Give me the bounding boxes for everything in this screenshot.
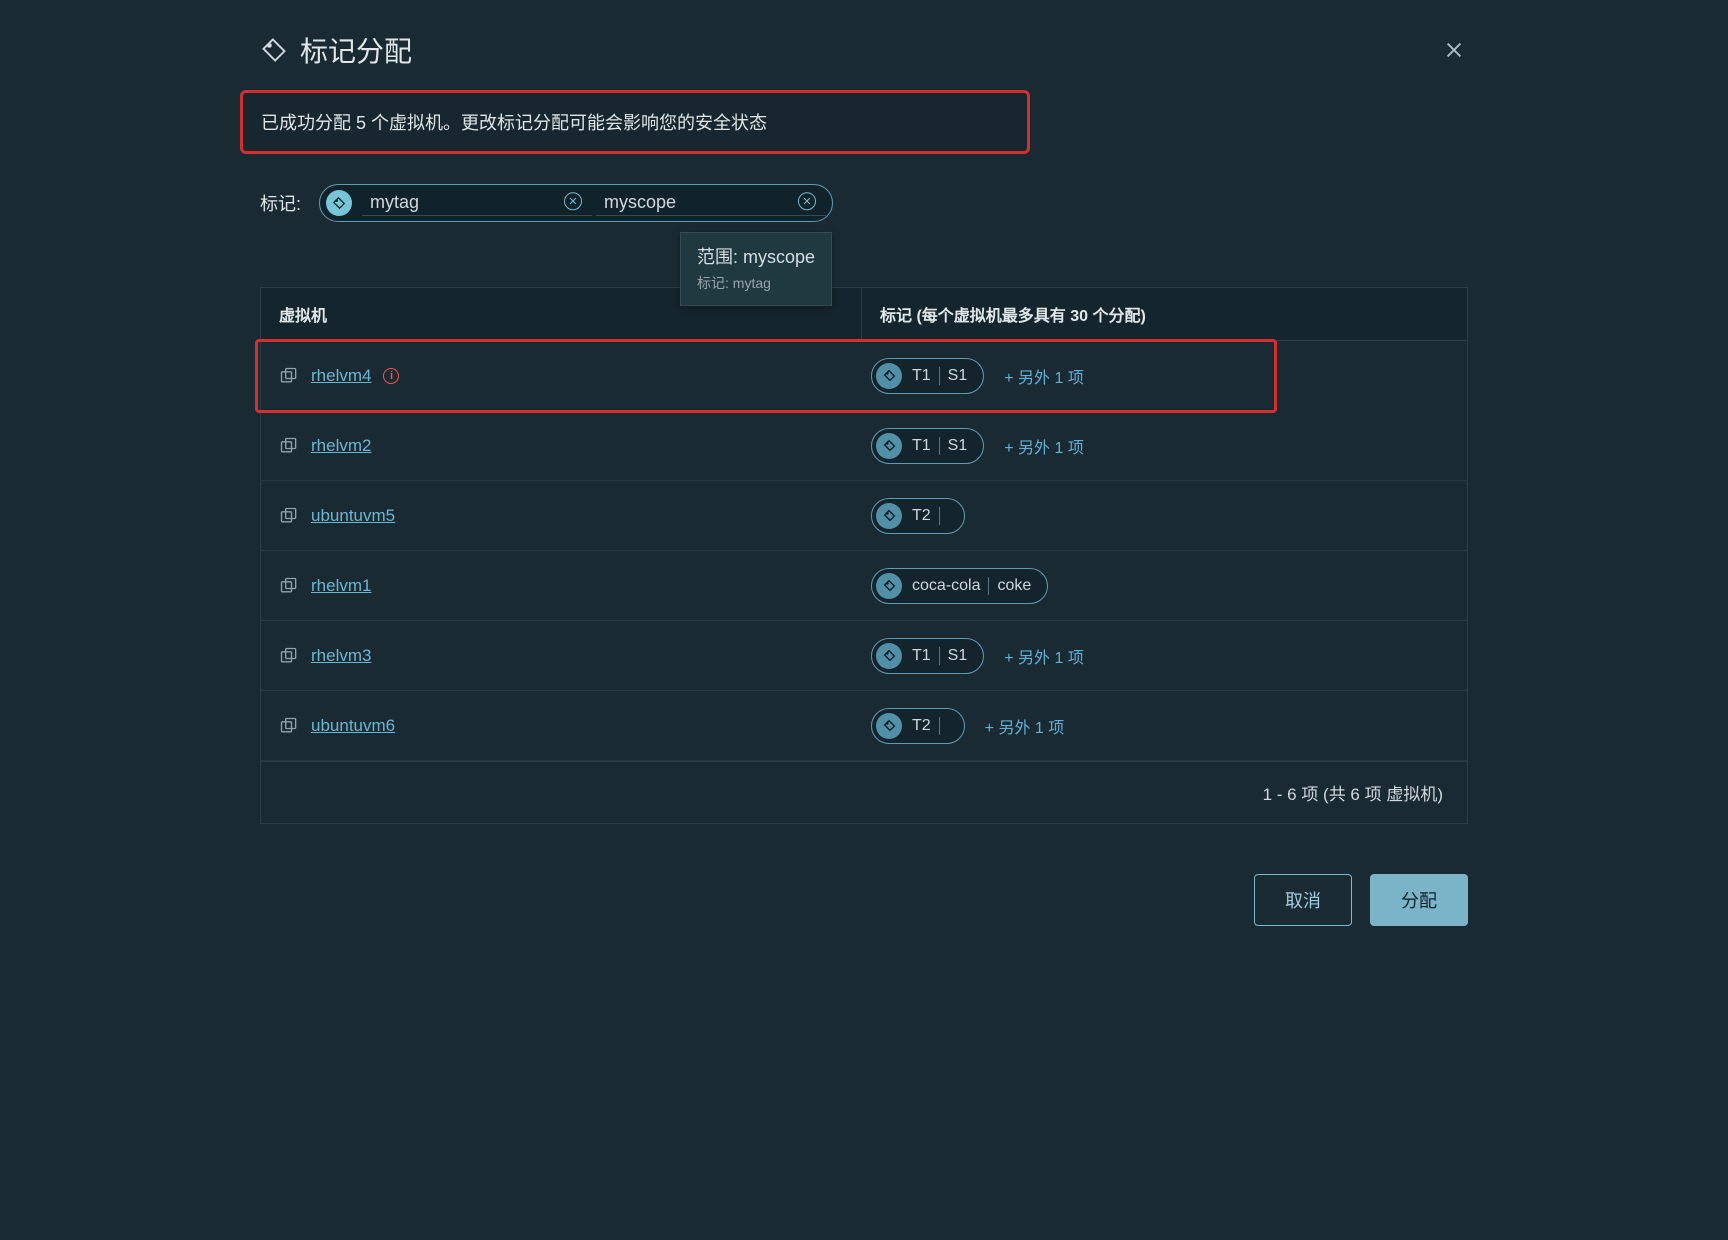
tag-chip[interactable]: T2	[871, 708, 965, 744]
table-pager: 1 - 6 项 (共 6 项 虚拟机)	[261, 761, 1467, 823]
vm-link[interactable]: ubuntuvm6	[311, 716, 395, 736]
tag-scope-pill: ✕ ✕	[319, 184, 833, 222]
scope-tooltip: 范围: myscope 标记: mytag	[680, 232, 832, 306]
more-tags-link[interactable]: + 另外 1 项	[1004, 364, 1084, 388]
warning-icon: i	[383, 368, 399, 384]
vm-icon	[279, 646, 299, 666]
vm-link[interactable]: ubuntuvm5	[311, 506, 395, 526]
table-row: ubuntuvm6 T2 + 另外 1 项	[261, 691, 1467, 761]
tag-chip[interactable]: T1S1	[871, 358, 984, 394]
dialog-footer: 取消 分配	[220, 844, 1508, 956]
vm-link[interactable]: rhelvm3	[311, 646, 371, 666]
table-row: ubuntuvm5 T2	[261, 481, 1467, 551]
clear-scope-button[interactable]: ✕	[798, 192, 816, 210]
tooltip-scope-line: 范围: myscope	[697, 243, 815, 269]
tag-icon	[326, 190, 352, 216]
vm-table: 虚拟机 标记 (每个虚拟机最多具有 30 个分配) rhelvm4 i T1S1 + …	[260, 287, 1468, 824]
vm-icon	[279, 576, 299, 596]
vm-icon	[279, 506, 299, 526]
table-header: 虚拟机 标记 (每个虚拟机最多具有 30 个分配)	[261, 288, 1467, 341]
table-row: rhelvm2 T1S1 + 另外 1 项	[261, 411, 1467, 481]
vm-icon	[279, 366, 299, 386]
tag-icon	[876, 363, 902, 389]
table-row: rhelvm1 coca-colacoke	[261, 551, 1467, 621]
vm-link[interactable]: rhelvm1	[311, 576, 371, 596]
table-row: rhelvm3 T1S1 + 另外 1 项	[261, 621, 1467, 691]
tag-input-row: 标记: ✕ ✕ 范围: myscope 标记: mytag	[220, 184, 1508, 247]
tag-chip[interactable]: coca-colacoke	[871, 568, 1048, 604]
scope-input[interactable]	[596, 190, 826, 216]
tag-assign-dialog: 标记分配 已成功分配 5 个虚拟机。更改标记分配可能会影响您的安全状态 标记: …	[220, 0, 1508, 956]
tag-icon	[876, 503, 902, 529]
tag-chip[interactable]: T2	[871, 498, 965, 534]
tag-chip[interactable]: T1S1	[871, 428, 984, 464]
more-tags-link[interactable]: + 另外 1 项	[1004, 434, 1084, 458]
success-alert: 已成功分配 5 个虚拟机。更改标记分配可能会影响您的安全状态	[240, 90, 1030, 154]
assign-button[interactable]: 分配	[1370, 874, 1468, 926]
cancel-button[interactable]: 取消	[1254, 874, 1352, 926]
dialog-header: 标记分配	[220, 0, 1508, 90]
tooltip-tag-line: 标记: mytag	[697, 273, 815, 293]
dialog-title: 标记分配	[300, 30, 412, 70]
clear-tag-button[interactable]: ✕	[564, 192, 582, 210]
tag-input[interactable]	[362, 190, 592, 216]
tag-chip[interactable]: T1S1	[871, 638, 984, 674]
tag-icon	[876, 573, 902, 599]
table-row: rhelvm4 i T1S1 + 另外 1 项	[257, 341, 1275, 411]
more-tags-link[interactable]: + 另外 1 项	[1004, 644, 1084, 668]
vm-link[interactable]: rhelvm4	[311, 366, 371, 386]
tag-field-label: 标记:	[260, 190, 301, 216]
vm-link[interactable]: rhelvm2	[311, 436, 371, 456]
tag-icon	[876, 713, 902, 739]
tag-icon	[876, 433, 902, 459]
tag-icon	[260, 36, 288, 64]
vm-icon	[279, 436, 299, 456]
more-tags-link[interactable]: + 另外 1 项	[985, 714, 1065, 738]
col-tags: 标记 (每个虚拟机最多具有 30 个分配)	[861, 288, 1467, 340]
vm-icon	[279, 716, 299, 736]
close-button[interactable]	[1440, 36, 1468, 64]
tag-icon	[876, 643, 902, 669]
